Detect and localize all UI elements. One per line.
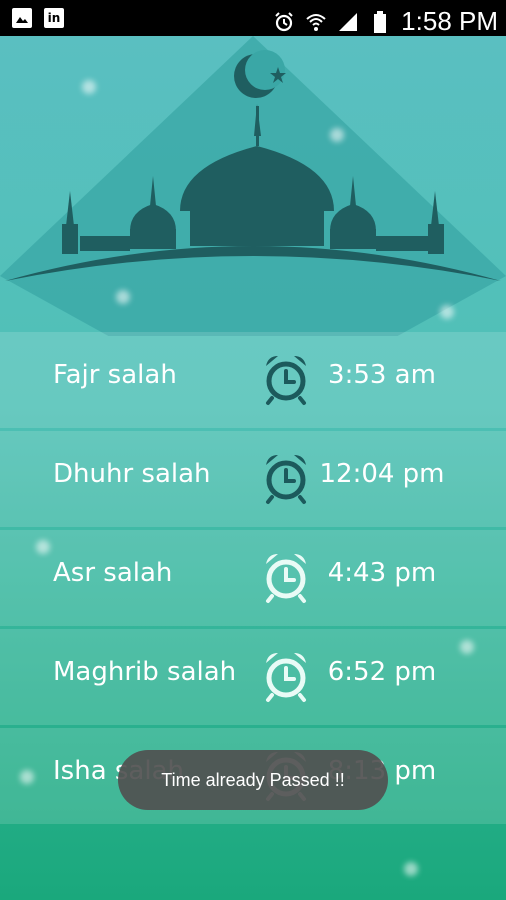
alarm-clock-icon[interactable] bbox=[262, 550, 310, 604]
prayer-row[interactable]: Maghrib salah 6:52 pm bbox=[0, 629, 506, 725]
prayer-name: Maghrib salah bbox=[53, 657, 237, 687]
gallery-icon bbox=[12, 8, 32, 28]
linkedin-icon: in bbox=[44, 8, 64, 28]
signal-icon bbox=[337, 11, 359, 33]
sparkle-decor bbox=[330, 128, 344, 142]
sparkle-decor bbox=[440, 305, 454, 319]
alarm-clock-icon[interactable] bbox=[262, 649, 310, 703]
alarm-clock-icon[interactable] bbox=[262, 352, 310, 406]
app-screen: in 1:58 PM Fajr salah 3:53 am Dhuhr sala… bbox=[0, 0, 506, 900]
status-time: 1:58 PM bbox=[401, 6, 498, 36]
sparkle-decor bbox=[36, 540, 50, 554]
prayer-name: Asr salah bbox=[53, 558, 173, 588]
prayer-row[interactable]: Fajr salah 3:53 am bbox=[0, 332, 506, 428]
alarm-icon bbox=[273, 11, 295, 33]
toast-message: Time already Passed !! bbox=[118, 750, 388, 810]
prayer-time: 6:52 pm bbox=[327, 657, 437, 687]
prayer-name: Fajr salah bbox=[53, 360, 177, 390]
status-left-icons: in bbox=[12, 8, 64, 28]
sparkle-decor bbox=[20, 770, 34, 784]
alarm-clock-icon[interactable] bbox=[262, 451, 310, 505]
status-bar: in 1:58 PM bbox=[0, 0, 506, 36]
prayer-time: 4:43 pm bbox=[327, 558, 437, 588]
sparkle-decor bbox=[460, 640, 474, 654]
battery-icon bbox=[369, 10, 391, 33]
prayer-row[interactable]: Dhuhr salah 12:04 pm bbox=[0, 431, 506, 527]
prayer-row[interactable]: Asr salah 4:43 pm bbox=[0, 530, 506, 626]
prayer-name: Dhuhr salah bbox=[53, 459, 211, 489]
header-banner bbox=[0, 36, 506, 416]
prayer-time: 12:04 pm bbox=[319, 459, 445, 489]
prayer-time: 3:53 am bbox=[328, 360, 436, 390]
status-right-icons: 1:58 PM bbox=[273, 6, 498, 37]
sparkle-decor bbox=[82, 80, 96, 94]
mosque-illustration bbox=[0, 36, 506, 416]
wifi-icon bbox=[305, 11, 327, 33]
sparkle-decor bbox=[116, 290, 130, 304]
sparkle-decor bbox=[404, 862, 418, 876]
